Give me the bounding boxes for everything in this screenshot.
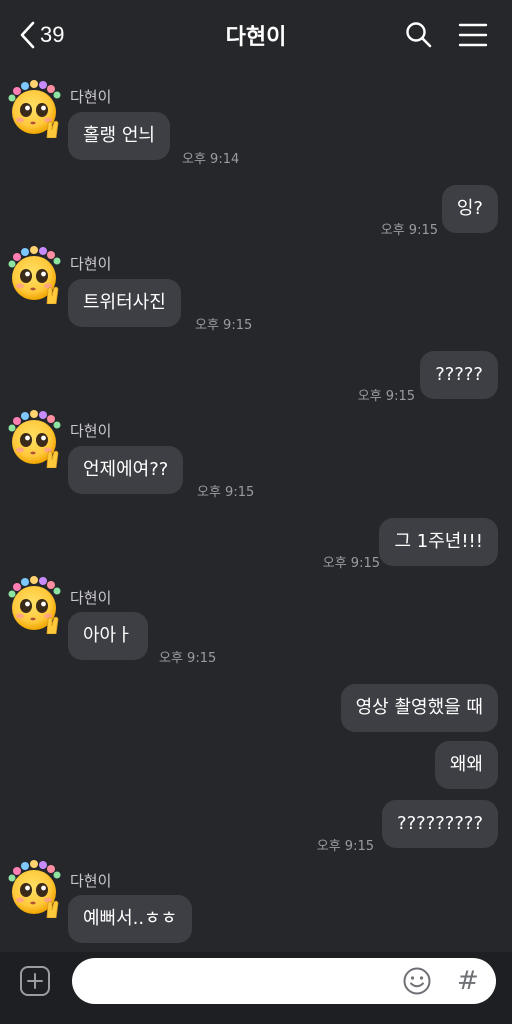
sent-message-bubble[interactable]: ?????????: [382, 800, 498, 848]
sent-message-bubble[interactable]: 왜왜: [434, 741, 498, 789]
sender-name: 다현이: [70, 589, 112, 607]
sender-name: 다현이: [70, 255, 112, 273]
emoji-icon[interactable]: [402, 966, 432, 996]
message-time: 오후 9:15: [357, 389, 415, 404]
message-time: 오후 9:14: [182, 152, 240, 167]
message-time: 오후 9:15: [197, 485, 255, 500]
chat-screen: 39 다현이 다현이 홀랭 언늬 오후 9:14 오후 9:15 잉? 다현이 …: [0, 0, 512, 1024]
avatar[interactable]: [6, 860, 64, 918]
chat-header: 39 다현이: [0, 0, 512, 70]
message-time: 오후 9:15: [380, 223, 438, 238]
message-time: 오후 9:15: [195, 318, 253, 333]
chat-title: 다현이: [225, 25, 287, 50]
sent-message-bubble[interactable]: 그 1주년!!!: [379, 518, 498, 566]
received-message-bubble[interactable]: 트위터사진: [68, 279, 181, 327]
received-message-bubble[interactable]: 홀랭 언늬: [68, 112, 170, 160]
received-message-bubble[interactable]: 예뻐서..ㅎㅎ: [68, 895, 193, 943]
sent-message-bubble[interactable]: ?????: [420, 351, 498, 399]
message-time: 오후 9:15: [322, 556, 380, 571]
search-icon[interactable]: [404, 20, 434, 50]
message-time: 오후 9:15: [316, 839, 374, 854]
avatar[interactable]: [6, 576, 64, 634]
sent-message-bubble[interactable]: 잉?: [441, 185, 498, 233]
received-message-bubble[interactable]: 언제에여??: [68, 446, 184, 494]
message-input[interactable]: [72, 958, 496, 1004]
avatar[interactable]: [6, 410, 64, 468]
sender-name: 다현이: [70, 872, 112, 890]
sender-name: 다현이: [70, 88, 112, 106]
message-time: 오후 9:15: [159, 651, 217, 666]
received-message-bubble[interactable]: 아아ㅏ: [68, 612, 148, 660]
plus-icon[interactable]: [19, 965, 51, 997]
sent-message-bubble[interactable]: 영상 촬영했을 때: [340, 684, 498, 732]
avatar[interactable]: [6, 80, 64, 138]
menu-icon[interactable]: [458, 20, 488, 50]
hash-icon[interactable]: #: [457, 966, 481, 996]
avatar[interactable]: [6, 246, 64, 304]
sender-name: 다현이: [70, 422, 112, 440]
